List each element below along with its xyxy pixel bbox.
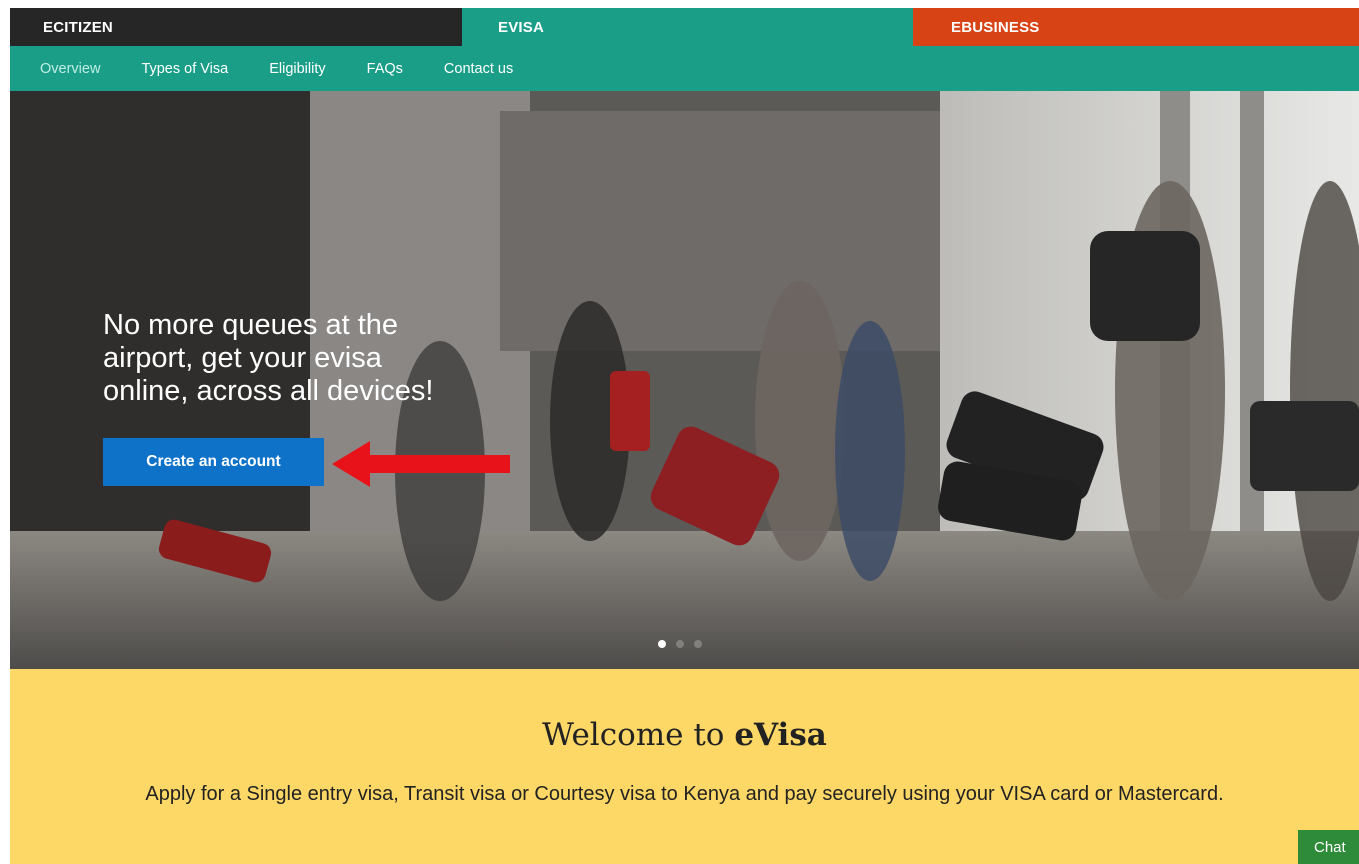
tab-evisa[interactable]: EVISA <box>462 8 913 46</box>
nav-overview[interactable]: Overview <box>40 61 100 77</box>
welcome-description: Apply for a Single entry visa, Transit v… <box>145 783 1224 805</box>
hero-headline-line-3: online, across all devices! <box>103 375 434 407</box>
welcome-section: Welcome to eVisa Apply for a Single entr… <box>10 669 1359 864</box>
chat-button[interactable]: Chat <box>1298 830 1359 864</box>
hero-headline-line-2: airport, get your evisa <box>103 342 382 374</box>
page: ECITIZEN EVISA EBUSINESS Overview Types … <box>10 8 1359 864</box>
nav-contact-us[interactable]: Contact us <box>444 61 513 77</box>
slide-dot-icon[interactable] <box>658 640 666 648</box>
nav-eligibility[interactable]: Eligibility <box>269 61 325 77</box>
welcome-title-brand: eVisa <box>734 717 827 753</box>
slide-dot-icon[interactable] <box>694 640 702 648</box>
hero-carousel: No more queues at the airport, get your … <box>10 91 1359 669</box>
hero-headline-line-1: No more queues at the <box>103 309 399 341</box>
create-account-button[interactable]: Create an account <box>103 438 324 486</box>
slide-dot-icon[interactable] <box>676 640 684 648</box>
carousel-indicators <box>658 640 702 648</box>
nav-types-of-visa[interactable]: Types of Visa <box>141 61 228 77</box>
tab-ebusiness[interactable]: EBUSINESS <box>913 8 1359 46</box>
welcome-title-prefix: Welcome to <box>542 717 735 753</box>
red-arrow-icon <box>332 441 510 487</box>
nav-faqs[interactable]: FAQs <box>367 61 403 77</box>
tab-ecitizen[interactable]: ECITIZEN <box>10 8 462 46</box>
main-nav: Overview Types of Visa Eligibility FAQs … <box>10 46 1359 91</box>
portal-tabs: ECITIZEN EVISA EBUSINESS <box>10 8 1359 46</box>
hero-headline: No more queues at the airport, get your … <box>103 309 523 408</box>
welcome-title: Welcome to eVisa <box>10 717 1359 753</box>
